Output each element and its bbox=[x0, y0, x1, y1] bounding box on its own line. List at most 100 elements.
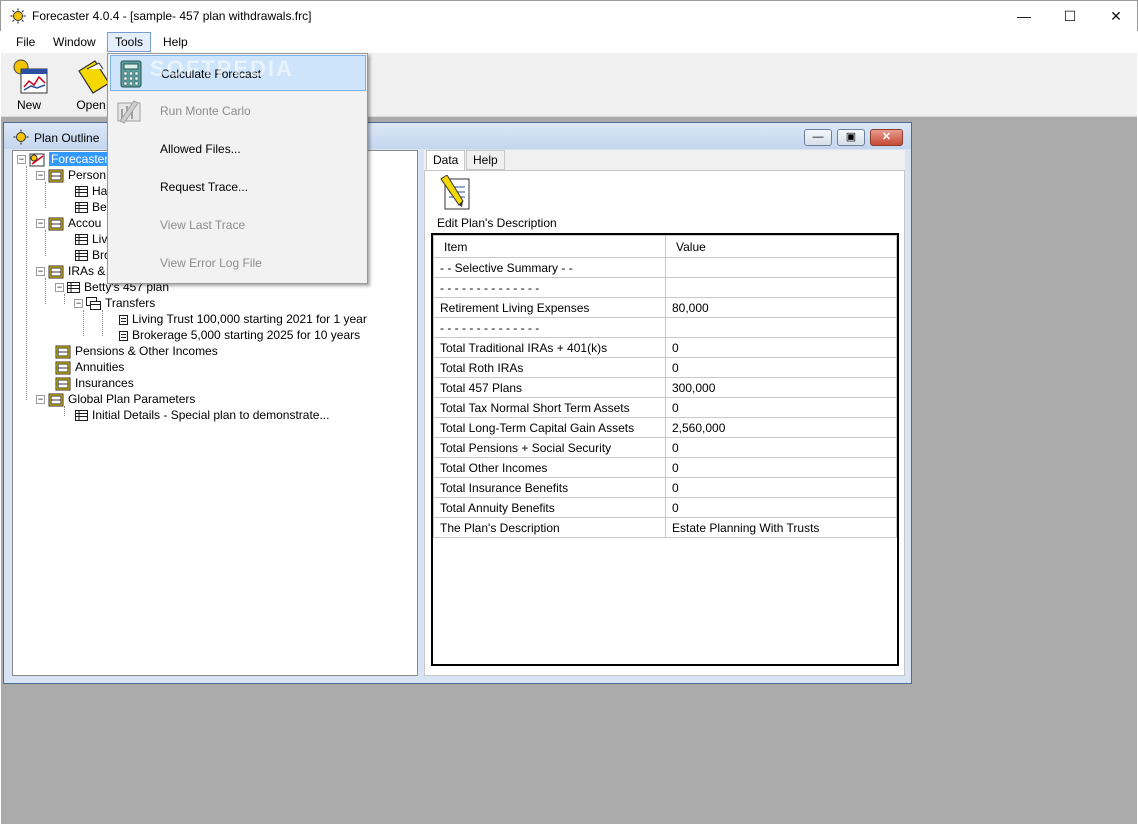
tree-node-pensions[interactable]: Pensions & Other Incomes bbox=[55, 343, 218, 359]
minimize-icon: — bbox=[812, 131, 824, 143]
tree-node-insurances[interactable]: Insurances bbox=[55, 375, 134, 391]
table-cell-item[interactable]: - - Selective Summary - - bbox=[433, 257, 666, 278]
table-cell-item[interactable]: Retirement Living Expenses bbox=[433, 297, 666, 318]
tree-node-living-trust[interactable]: Liv bbox=[75, 231, 107, 247]
table-cell-value[interactable]: 0 bbox=[665, 497, 897, 518]
minimize-button[interactable]: — bbox=[1001, 1, 1047, 31]
close-button[interactable]: ✕ bbox=[1093, 1, 1138, 31]
collapse-icon[interactable]: − bbox=[36, 219, 45, 229]
column-header-item[interactable]: Item bbox=[433, 235, 666, 258]
tree-node-annuities[interactable]: Annuities bbox=[55, 359, 124, 375]
table-cell-value[interactable]: 0 bbox=[665, 357, 897, 378]
table-cell-value[interactable] bbox=[665, 257, 897, 278]
table-row[interactable]: Retirement Living Expenses 80,000 bbox=[433, 297, 897, 318]
collapse-icon[interactable]: − bbox=[36, 395, 45, 405]
menu-view-error-log[interactable]: View Error Log File bbox=[110, 245, 366, 281]
tree-label: Liv bbox=[92, 232, 108, 246]
edit-document-icon bbox=[440, 175, 470, 210]
tree-node-persons[interactable]: − Person bbox=[36, 167, 106, 183]
child-minimize-button[interactable]: — bbox=[804, 129, 832, 146]
table-row[interactable]: Total Traditional IRAs + 401(k)s 0 bbox=[433, 337, 897, 358]
tree-line bbox=[64, 406, 65, 416]
table-row[interactable]: Total 457 Plans 300,000 bbox=[433, 377, 897, 398]
table-cell-item[interactable]: Total Tax Normal Short Term Assets bbox=[433, 397, 666, 418]
new-button[interactable]: New bbox=[3, 57, 55, 113]
collapse-icon[interactable]: − bbox=[17, 155, 26, 165]
table-cell-item[interactable]: Total 457 Plans bbox=[433, 377, 666, 398]
table-cell-item[interactable]: Total Pensions + Social Security bbox=[433, 437, 666, 458]
table-row[interactable]: Total Annuity Benefits 0 bbox=[433, 497, 897, 518]
edit-description-button[interactable]: Edit Plan's Description bbox=[437, 175, 567, 231]
table-cell-value[interactable]: 2,560,000 bbox=[665, 417, 897, 438]
menu-request-trace[interactable]: Request Trace... bbox=[110, 169, 366, 205]
table-row[interactable]: - - - - - - - - - - - - - - bbox=[433, 317, 897, 338]
table-cell-item[interactable]: Total Annuity Benefits bbox=[433, 497, 666, 518]
tab-help[interactable]: Help bbox=[466, 150, 505, 170]
table-cell-value[interactable]: 80,000 bbox=[665, 297, 897, 318]
table-row[interactable]: Total Long-Term Capital Gain Assets 2,560… bbox=[433, 417, 897, 438]
tree-node-transfer-1[interactable]: Living Trust 100,000 starting 2021 for 1… bbox=[119, 311, 367, 327]
child-restore-button[interactable]: ▣ bbox=[837, 129, 865, 146]
tree-node-transfer-2[interactable]: Brokerage 5,000 starting 2025 for 10 yea… bbox=[119, 327, 360, 343]
tree-label: IRAs & bbox=[68, 264, 106, 278]
tree-node-person-2[interactable]: Be bbox=[75, 199, 107, 215]
menu-item-label: View Last Trace bbox=[160, 218, 246, 232]
table-row[interactable]: Total Other Incomes 0 bbox=[433, 457, 897, 478]
tab-data[interactable]: Data bbox=[426, 150, 466, 171]
table-cell-item[interactable]: Total Traditional IRAs + 401(k)s bbox=[433, 337, 666, 358]
menu-calculate-forecast[interactable]: Calculate Forecast bbox=[110, 55, 366, 91]
table-row[interactable]: Total Roth IRAs 0 bbox=[433, 357, 897, 378]
menu-view-last-trace[interactable]: View Last Trace bbox=[110, 207, 366, 243]
child-close-button[interactable]: ✕ bbox=[870, 129, 903, 146]
maximize-button[interactable]: ☐ bbox=[1047, 1, 1093, 31]
table-cell-item[interactable]: Total Insurance Benefits bbox=[433, 477, 666, 498]
table-cell-value[interactable]: 0 bbox=[665, 437, 897, 458]
tree-node-person-1[interactable]: Ha bbox=[75, 183, 107, 199]
sun-app-icon bbox=[10, 8, 26, 24]
tools-menu-dropdown: Calculate Forecast Run Monte Carlo Allow… bbox=[107, 53, 368, 284]
table-cell-item[interactable]: Total Other Incomes bbox=[433, 457, 666, 478]
column-header-value[interactable]: Value bbox=[665, 235, 897, 258]
table-cell-item[interactable]: The Plan's Description bbox=[433, 517, 666, 538]
table-row[interactable]: Total Tax Normal Short Term Assets 0 bbox=[433, 397, 897, 418]
table-cell-value[interactable] bbox=[665, 277, 897, 298]
collapse-icon[interactable]: − bbox=[74, 299, 83, 309]
folder-grid-icon bbox=[48, 217, 64, 231]
collapse-icon[interactable]: − bbox=[36, 171, 45, 181]
table-cell-value[interactable]: 0 bbox=[665, 477, 897, 498]
tree-node-transfers[interactable]: − Transfers bbox=[74, 295, 155, 311]
table-cell-value[interactable]: 0 bbox=[665, 457, 897, 478]
menu-allowed-files[interactable]: Allowed Files... bbox=[110, 131, 366, 167]
table-cell-value[interactable]: 0 bbox=[665, 337, 897, 358]
table-cell-value[interactable]: 300,000 bbox=[665, 377, 897, 398]
table-cell-item[interactable]: Total Long-Term Capital Gain Assets bbox=[433, 417, 666, 438]
edit-description-label: Edit Plan's Description bbox=[437, 216, 557, 230]
table-row[interactable]: - - - - - - - - - - - - - - bbox=[433, 277, 897, 298]
tree-node-initial-details[interactable]: Initial Details - Special plan to demons… bbox=[75, 407, 329, 423]
table-cell-item[interactable]: Total Roth IRAs bbox=[433, 357, 666, 378]
menu-help[interactable]: Help bbox=[156, 32, 195, 52]
tree-label: Forecaster bbox=[49, 152, 111, 166]
table-cell-value[interactable] bbox=[665, 317, 897, 338]
table-cell-value[interactable]: Estate Planning With Trusts bbox=[665, 517, 897, 538]
collapse-icon[interactable]: − bbox=[36, 267, 45, 277]
table-row[interactable]: Total Pensions + Social Security 0 bbox=[433, 437, 897, 458]
table-cell-item[interactable]: - - - - - - - - - - - - - - bbox=[433, 277, 666, 298]
tree-node-iras[interactable]: − IRAs & bbox=[36, 263, 105, 279]
menu-file[interactable]: File bbox=[9, 32, 42, 52]
tree-label: Insurances bbox=[75, 376, 134, 390]
table-row[interactable]: Total Insurance Benefits 0 bbox=[433, 477, 897, 498]
collapse-icon[interactable]: − bbox=[55, 283, 64, 293]
tree-node-brokerage[interactable]: Bro bbox=[75, 247, 111, 263]
tree-node-root[interactable]: − Forecaster bbox=[17, 151, 111, 167]
monte-carlo-icon bbox=[117, 100, 141, 124]
menu-window[interactable]: Window bbox=[46, 32, 103, 52]
tree-node-global-params[interactable]: − Global Plan Parameters bbox=[36, 391, 195, 407]
table-cell-item[interactable]: - - - - - - - - - - - - - - bbox=[433, 317, 666, 338]
table-cell-value[interactable]: 0 bbox=[665, 397, 897, 418]
menu-run-monte-carlo[interactable]: Run Monte Carlo bbox=[110, 93, 366, 129]
menu-tools[interactable]: Tools bbox=[107, 32, 152, 52]
table-row[interactable]: - - Selective Summary - - bbox=[433, 257, 897, 278]
tree-node-accounts[interactable]: − Accou bbox=[36, 215, 101, 231]
table-row[interactable]: The Plan's Description Estate Planning Wi… bbox=[433, 517, 897, 538]
